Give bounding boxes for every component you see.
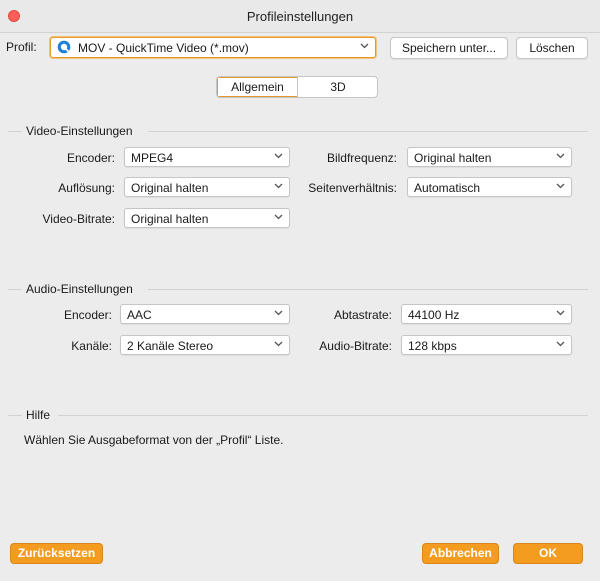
audio-bitrate-label: Audio-Bitrate: <box>319 339 392 353</box>
video-settings-title: Video-Einstellungen <box>26 124 133 138</box>
divider <box>8 415 22 416</box>
aspect-ratio-label: Seitenverhältnis: <box>308 181 397 195</box>
aspect-ratio-select[interactable]: Automatisch <box>407 177 572 197</box>
window-title: Profileinstellungen <box>246 9 354 24</box>
video-bitrate-value: Original halten <box>131 212 209 226</box>
save-as-button[interactable]: Speichern unter... <box>390 37 508 59</box>
chevron-down-icon <box>274 214 283 220</box>
channels-value: 2 Kanäle Stereo <box>127 339 214 353</box>
chevron-down-icon <box>274 183 283 189</box>
audio-settings-title: Audio-Einstellungen <box>26 282 133 296</box>
samplerate-label: Abtastrate: <box>333 308 392 322</box>
tab-general[interactable]: Allgemein <box>217 77 298 97</box>
video-encoder-select[interactable]: MPEG4 <box>124 147 290 167</box>
video-bitrate-select[interactable]: Original halten <box>124 208 290 228</box>
chevron-down-icon <box>274 341 283 347</box>
chevron-down-icon <box>556 183 565 189</box>
help-text: Wählen Sie Ausgabeformat von der „Profil… <box>24 433 284 447</box>
quicktime-icon <box>57 40 71 54</box>
framerate-value: Original halten <box>414 151 492 165</box>
profile-select[interactable]: MOV - QuickTime Video (*.mov) <box>50 37 376 58</box>
audio-encoder-label: Encoder: <box>63 308 112 322</box>
tab-3d[interactable]: 3D <box>297 77 377 97</box>
profile-label: Profil: <box>6 40 37 54</box>
chevron-down-icon <box>274 310 283 316</box>
audio-bitrate-select[interactable]: 128 kbps <box>401 335 572 355</box>
resolution-label: Auflösung: <box>58 181 115 195</box>
channels-select[interactable]: 2 Kanäle Stereo <box>120 335 290 355</box>
help-title: Hilfe <box>26 408 51 422</box>
chevron-down-icon <box>274 153 283 159</box>
aspect-ratio-value: Automatisch <box>414 181 481 195</box>
chevron-down-icon <box>556 153 565 159</box>
cancel-button[interactable]: Abbrechen <box>422 543 499 564</box>
delete-button[interactable]: Löschen <box>516 37 588 59</box>
title-bar: Profileinstellungen <box>0 0 600 33</box>
profile-value: MOV - QuickTime Video (*.mov) <box>78 41 249 55</box>
audio-bitrate-value: 128 kbps <box>408 339 457 353</box>
audio-encoder-select[interactable]: AAC <box>120 304 290 324</box>
chevron-down-icon <box>556 310 565 316</box>
tab-bar: Allgemein 3D <box>216 76 378 98</box>
reset-button[interactable]: Zurücksetzen <box>10 543 103 564</box>
video-bitrate-label: Video-Bitrate: <box>42 212 116 226</box>
framerate-label: Bildfrequenz: <box>326 151 397 165</box>
divider <box>8 289 22 290</box>
audio-encoder-value: AAC <box>127 308 152 322</box>
video-encoder-value: MPEG4 <box>131 151 174 165</box>
divider <box>8 131 22 132</box>
samplerate-select[interactable]: 44100 Hz <box>401 304 572 324</box>
samplerate-value: 44100 Hz <box>408 308 460 322</box>
channels-label: Kanäle: <box>71 339 112 353</box>
divider <box>148 131 588 132</box>
framerate-select[interactable]: Original halten <box>407 147 572 167</box>
divider <box>148 289 588 290</box>
ok-button[interactable]: OK <box>513 543 583 564</box>
chevron-down-icon <box>360 43 369 49</box>
chevron-down-icon <box>556 341 565 347</box>
resolution-value: Original halten <box>131 181 209 195</box>
video-encoder-label: Encoder: <box>66 151 115 165</box>
resolution-select[interactable]: Original halten <box>124 177 290 197</box>
divider <box>58 415 588 416</box>
